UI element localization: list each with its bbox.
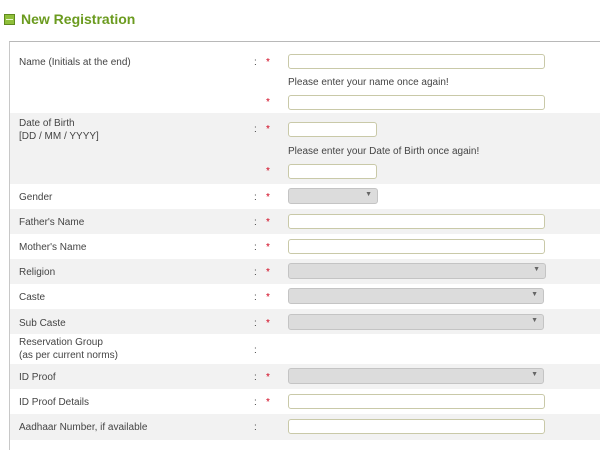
dob-colon: : [254,124,257,135]
reservation-colon: : [254,345,257,356]
name-confirm-note: Please enter your name once again! [288,77,449,88]
name-input[interactable] [288,54,545,69]
gender-colon: : [254,192,257,203]
aadhaar-input[interactable] [288,419,545,434]
idproof-details-required-mark: * [266,397,270,408]
name-confirm-input[interactable] [288,95,545,110]
father-required-mark: * [266,217,270,228]
subcaste-label: Sub Caste [19,318,66,329]
caste-label: Caste [19,292,46,303]
father-colon: : [254,217,257,228]
id-proof-details-label: ID Proof Details [19,397,90,408]
name-required-mark: * [266,57,270,68]
caste-colon: : [254,292,257,303]
chevron-down-icon: ▼ [533,266,540,273]
reservation-group-note: (as per current norms) [19,350,118,361]
dob-confirm-required-mark: * [266,166,270,177]
dob-label: Date of Birth [19,118,75,129]
father-name-input[interactable] [288,214,545,229]
name-label: Name (Initials at the end) [19,57,131,68]
reservation-group-label: Reservation Group [19,337,103,348]
id-proof-details-input[interactable] [288,394,545,409]
id-proof-label: ID Proof [19,372,56,383]
dob-confirm-input[interactable] [288,164,377,179]
mother-name-label: Mother's Name [19,242,87,253]
caste-select[interactable]: ▼ [288,288,544,304]
caste-required-mark: * [266,292,270,303]
id-proof-select[interactable]: ▼ [288,368,544,384]
religion-select[interactable]: ▼ [288,263,546,279]
dob-input[interactable] [288,122,377,137]
name-confirm-required-mark: * [266,97,270,108]
dob-confirm-note: Please enter your Date of Birth once aga… [288,146,480,157]
father-name-label: Father's Name [19,217,85,228]
chevron-down-icon: ▼ [531,371,538,378]
subcaste-required-mark: * [266,318,270,329]
gender-required-mark: * [266,192,270,203]
chevron-down-icon: ▼ [531,291,538,298]
gender-select[interactable]: ▼ [288,188,378,204]
page-header: New Registration [0,0,600,40]
mother-required-mark: * [266,242,270,253]
idproof-details-colon: : [254,397,257,408]
religion-label: Religion [19,267,56,278]
religion-colon: : [254,267,257,278]
religion-required-mark: * [266,267,270,278]
minus-box-icon[interactable] [4,14,15,25]
dob-required-mark: * [266,124,270,135]
mother-name-input[interactable] [288,239,545,254]
aadhaar-colon: : [254,422,257,433]
name-colon: : [254,57,257,68]
idproof-colon: : [254,372,257,383]
idproof-required-mark: * [266,372,270,383]
subcaste-colon: : [254,318,257,329]
mother-colon: : [254,242,257,253]
chevron-down-icon: ▼ [365,191,372,198]
aadhaar-label: Aadhaar Number, if available [19,422,148,433]
chevron-down-icon: ▼ [531,317,538,324]
subcaste-select[interactable]: ▼ [288,314,544,330]
dob-format-label: [DD / MM / YYYY] [19,131,99,142]
page-title: New Registration [21,11,136,27]
gender-label: Gender [19,192,53,203]
